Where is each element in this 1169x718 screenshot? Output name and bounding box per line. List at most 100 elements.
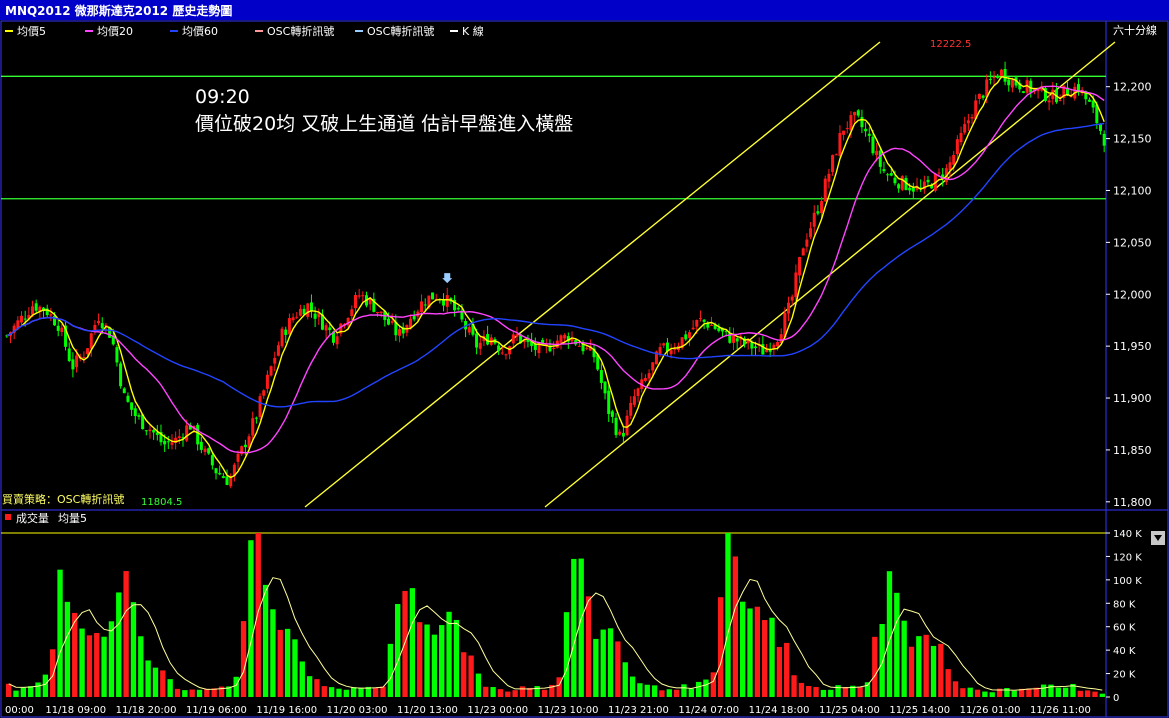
candle-body bbox=[166, 441, 170, 443]
candle-body bbox=[309, 302, 313, 311]
volume-bar bbox=[189, 689, 195, 697]
candle-body bbox=[148, 429, 152, 432]
volume-bar bbox=[754, 606, 761, 697]
candle-body bbox=[258, 396, 262, 418]
candle-body bbox=[82, 357, 86, 359]
candle-body bbox=[497, 345, 501, 351]
volume-bar bbox=[916, 636, 922, 697]
candle-body bbox=[20, 315, 24, 323]
candle-body bbox=[687, 332, 691, 338]
volume-bar bbox=[299, 661, 305, 697]
candle-body bbox=[798, 257, 802, 276]
volume-bar bbox=[600, 629, 606, 697]
candle-body bbox=[225, 476, 229, 485]
volume-bar bbox=[20, 687, 27, 697]
scroll-button[interactable] bbox=[1151, 531, 1165, 545]
osc-signals bbox=[442, 273, 453, 284]
chart-frame bbox=[0, 20, 1169, 718]
time-label: 11/25 04:00 bbox=[819, 705, 880, 716]
candle-body bbox=[691, 327, 695, 330]
candle-body bbox=[614, 417, 618, 436]
volume-bar bbox=[982, 691, 988, 697]
volume-tick-label: 100 K bbox=[1113, 576, 1142, 587]
volume-bar bbox=[806, 685, 812, 697]
candle-body bbox=[577, 345, 581, 347]
volume-bar bbox=[255, 533, 261, 697]
volume-bar bbox=[86, 635, 93, 697]
chart-canvas[interactable]: 12,200 12,150 12,100 12,050 12,000 11,950 11,9… bbox=[0, 0, 1169, 718]
volume-bar bbox=[989, 692, 995, 697]
candle-body bbox=[236, 453, 240, 462]
volume-bar bbox=[446, 611, 452, 697]
volume-bar bbox=[358, 687, 364, 697]
price-tick-label: 12,000 bbox=[1113, 288, 1152, 301]
volume-bar bbox=[94, 633, 100, 697]
time-label: 11/26 11:00 bbox=[1030, 705, 1091, 716]
volume-bar bbox=[160, 670, 166, 697]
candle-body bbox=[856, 110, 860, 116]
candle-body bbox=[49, 314, 53, 316]
volume-bar bbox=[923, 634, 929, 697]
price-tick-label: 12,050 bbox=[1113, 236, 1152, 249]
volume-bar bbox=[1077, 690, 1083, 697]
volume-bar bbox=[182, 690, 188, 697]
candle-body bbox=[963, 124, 967, 133]
candle-body bbox=[387, 318, 391, 325]
candle-body bbox=[621, 432, 625, 437]
volume-bar bbox=[373, 687, 379, 697]
volume-bar bbox=[791, 675, 797, 697]
volume-bar bbox=[461, 652, 467, 697]
candle-body bbox=[254, 417, 258, 419]
candle-body bbox=[966, 120, 970, 124]
volume-bar bbox=[240, 621, 247, 697]
legend-label: 均價60 bbox=[182, 24, 218, 38]
volume-bar bbox=[593, 638, 599, 697]
candle-body bbox=[1007, 79, 1011, 86]
volume-bar bbox=[776, 646, 783, 697]
candle-body bbox=[812, 212, 816, 227]
volume-bar bbox=[571, 558, 577, 697]
candle-body bbox=[199, 441, 203, 450]
volume-bar bbox=[1004, 687, 1010, 697]
volume-bar bbox=[277, 629, 283, 697]
candle-body bbox=[467, 327, 471, 333]
volume-bar bbox=[395, 603, 401, 697]
candle-body bbox=[1021, 91, 1025, 93]
moving-averages bbox=[6, 76, 1105, 479]
candle-body bbox=[823, 178, 827, 202]
annotation-time: 09:20 bbox=[195, 86, 250, 108]
candle-body bbox=[853, 111, 857, 116]
volume-bar bbox=[864, 682, 871, 697]
volume-bar bbox=[798, 682, 805, 697]
candle-body bbox=[750, 342, 754, 349]
volume-bar bbox=[688, 688, 694, 697]
candle-body bbox=[662, 343, 666, 346]
volume-bar bbox=[695, 681, 702, 697]
candle-body bbox=[658, 347, 662, 355]
volume-bar bbox=[306, 676, 313, 697]
candle-body bbox=[504, 354, 508, 356]
candle-body bbox=[31, 306, 35, 315]
volume-bar bbox=[769, 617, 775, 697]
candle-body bbox=[280, 328, 284, 347]
candle-body bbox=[801, 248, 805, 256]
volume-bar bbox=[328, 687, 335, 697]
volume-bar bbox=[740, 601, 746, 697]
time-label: 00:00 bbox=[5, 705, 34, 716]
volume-bar bbox=[116, 592, 122, 697]
volume-bar bbox=[28, 686, 34, 697]
candle-body bbox=[324, 325, 328, 331]
candle-body bbox=[754, 346, 758, 349]
candle-body bbox=[908, 187, 912, 191]
candle-body bbox=[1098, 124, 1102, 131]
volume-bar bbox=[402, 590, 408, 697]
volume-bar bbox=[350, 687, 357, 697]
candle-body bbox=[585, 347, 589, 349]
candle-body bbox=[218, 472, 222, 475]
volume-bar bbox=[248, 540, 254, 697]
candle-body bbox=[412, 315, 416, 320]
volume-bar bbox=[879, 624, 885, 697]
time-label: 11/26 01:00 bbox=[960, 705, 1021, 716]
candle-body bbox=[735, 338, 739, 342]
candle-body bbox=[632, 396, 636, 405]
